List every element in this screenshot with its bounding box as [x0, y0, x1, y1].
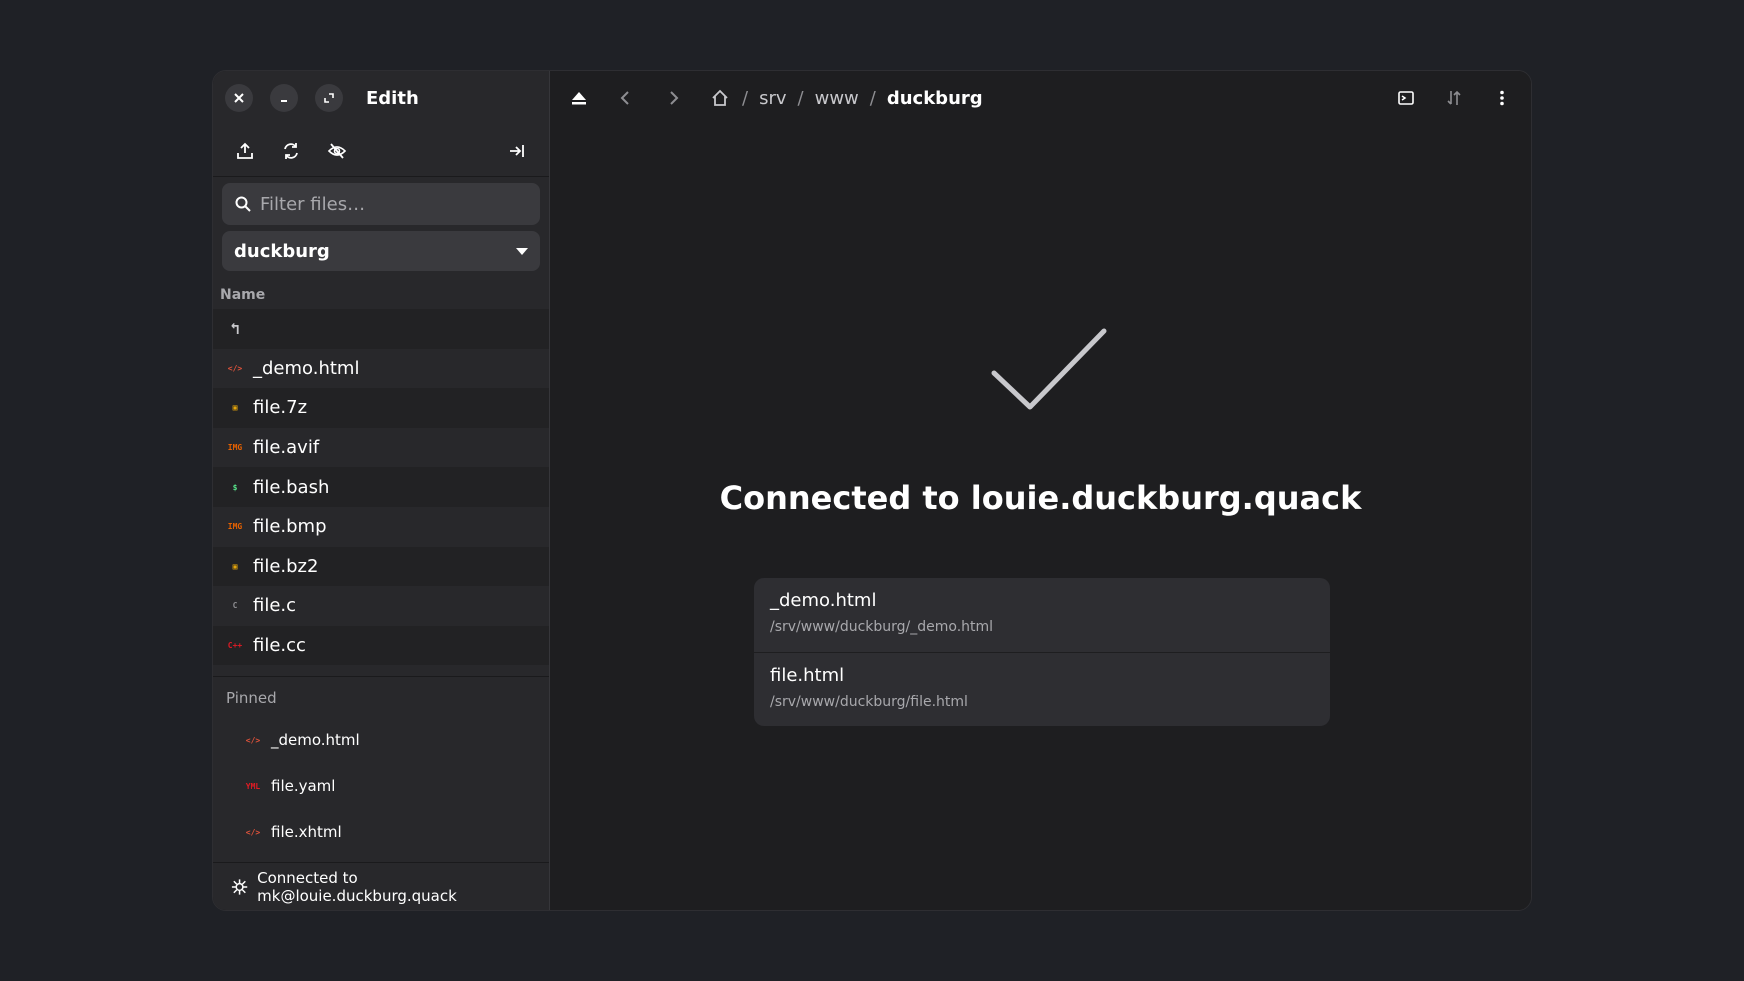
- location-dropdown[interactable]: duckburg: [222, 231, 540, 271]
- transfer-icon: [1447, 90, 1461, 105]
- file-name: file.avif: [253, 437, 320, 459]
- parent-directory-row[interactable]: ↰: [213, 309, 549, 349]
- file-row[interactable]: IMG file.bmp: [213, 506, 549, 547]
- refresh-icon: [284, 142, 298, 159]
- recent-file-path: /srv/www/duckburg/file.html: [770, 694, 968, 710]
- status-heading: Connected to louie.duckburg.quack: [719, 479, 1362, 517]
- toggle-hidden-button[interactable]: [323, 137, 351, 165]
- file-name: _demo.html: [253, 357, 360, 379]
- file-row[interactable]: ▣ file.7z: [213, 388, 549, 428]
- kebab-menu-icon: [1500, 90, 1504, 106]
- c-icon: C: [232, 601, 238, 611]
- recent-file-row[interactable]: file.html/srv/www/duckburg/file.html: [754, 652, 1330, 726]
- file-row[interactable]: C++ file.cc: [213, 625, 549, 666]
- file-row[interactable]: </> _demo.html: [213, 348, 549, 389]
- pinned-list: </> _demo.html YML file.yaml </> file.xhtml: [213, 717, 549, 855]
- shell-icon: $: [232, 482, 238, 492]
- eye-hidden-icon: [327, 142, 347, 159]
- network-server-icon: [231, 878, 248, 895]
- main-content: Connected to louie.duckburg.quack _demo.…: [550, 71, 1531, 910]
- filter-search: [222, 183, 540, 225]
- file-name: file.bz2: [253, 555, 319, 577]
- terminal-icon: [1398, 91, 1414, 105]
- pinned-item[interactable]: </> file.xhtml: [213, 809, 549, 855]
- header-actions: [1373, 83, 1517, 113]
- file-row[interactable]: $ file.bash: [213, 467, 549, 507]
- parent-dir-icon: ↰: [230, 319, 240, 339]
- search-icon: [235, 196, 251, 212]
- file-name: file.bmp: [253, 516, 327, 538]
- recent-file-path: /srv/www/duckburg/_demo.html: [770, 619, 994, 635]
- titlebar: Edith: [213, 71, 549, 125]
- html-icon: </>: [245, 735, 261, 745]
- checkmark-icon: [991, 328, 1107, 410]
- collapse-sidebar-button[interactable]: [503, 137, 531, 165]
- file-name: file.c: [253, 595, 297, 617]
- pinned-label: Pinned: [226, 689, 277, 707]
- html-icon: </>: [245, 827, 261, 837]
- file-row[interactable]: Cfile.c: [213, 586, 549, 626]
- recent-files-list: _demo.html/srv/www/duckburg/_demo.html fi…: [754, 578, 1330, 726]
- pinned-item[interactable]: YML file.yaml: [213, 763, 549, 809]
- app-title: Edith: [366, 87, 419, 109]
- archive-icon: ▣: [232, 561, 238, 571]
- minimize-button[interactable]: [270, 84, 298, 112]
- main-menu-button[interactable]: [1487, 83, 1517, 113]
- minimize-icon: [281, 100, 287, 102]
- filter-input[interactable]: [260, 193, 510, 215]
- location-label: duckburg: [234, 240, 330, 262]
- recent-file-name: file.html: [770, 665, 845, 686]
- maximize-button[interactable]: [315, 84, 343, 112]
- column-header-name[interactable]: Name: [213, 271, 549, 309]
- app-window: Edith duckburg Name ↰</>_demo.htm: [212, 70, 1532, 911]
- refresh-button[interactable]: [277, 137, 305, 165]
- recent-file-row[interactable]: _demo.html/srv/www/duckburg/_demo.html: [754, 578, 1330, 652]
- close-icon: [234, 93, 244, 103]
- cpp-icon: C++: [227, 641, 243, 651]
- html-icon: </>: [227, 363, 243, 373]
- file-name: file.7z: [253, 397, 308, 419]
- connection-status-text: Connected to mk@louie.duckburg.quack: [257, 868, 457, 905]
- connection-status: Connected to mk@louie.duckburg.quack: [213, 862, 549, 910]
- image-icon: IMG: [227, 443, 243, 453]
- file-name: file.cc: [253, 635, 306, 657]
- status-page: Connected to louie.duckburg.quack _demo.…: [550, 71, 1531, 910]
- yaml-icon: YML: [245, 781, 261, 791]
- sidebar-collapse-icon: [510, 144, 524, 157]
- pinned-section: Pinned </> _demo.html YML file.yaml </> file.…: [213, 676, 549, 855]
- transfers-button[interactable]: [1439, 83, 1469, 113]
- file-row[interactable]: ▣ file.bz2: [213, 546, 549, 587]
- chevron-down-icon: [516, 247, 528, 255]
- sidebar-toolbar: [213, 125, 549, 177]
- pinned-item-name: file.xhtml: [271, 823, 342, 841]
- pinned-item-name: _demo.html: [271, 731, 360, 749]
- open-terminal-button[interactable]: [1391, 83, 1421, 113]
- pinned-item[interactable]: </> _demo.html: [213, 717, 549, 763]
- file-row[interactable]: IMG file.avif: [213, 427, 549, 468]
- close-button[interactable]: [225, 84, 253, 112]
- file-name: file.bash: [253, 476, 330, 498]
- sidebar: Edith duckburg Name ↰</>_demo.htm: [213, 71, 550, 910]
- pinned-item-name: file.yaml: [271, 777, 336, 795]
- recent-file-name: _demo.html: [770, 590, 877, 611]
- image-icon: IMG: [227, 522, 243, 532]
- upload-icon: [237, 142, 253, 159]
- archive-icon: ▣: [232, 403, 238, 413]
- upload-button[interactable]: [231, 137, 259, 165]
- file-list: ↰ </> _demo.html ▣ file.7z IMG file.avif $ file.…: [213, 309, 549, 676]
- maximize-icon: [324, 93, 334, 103]
